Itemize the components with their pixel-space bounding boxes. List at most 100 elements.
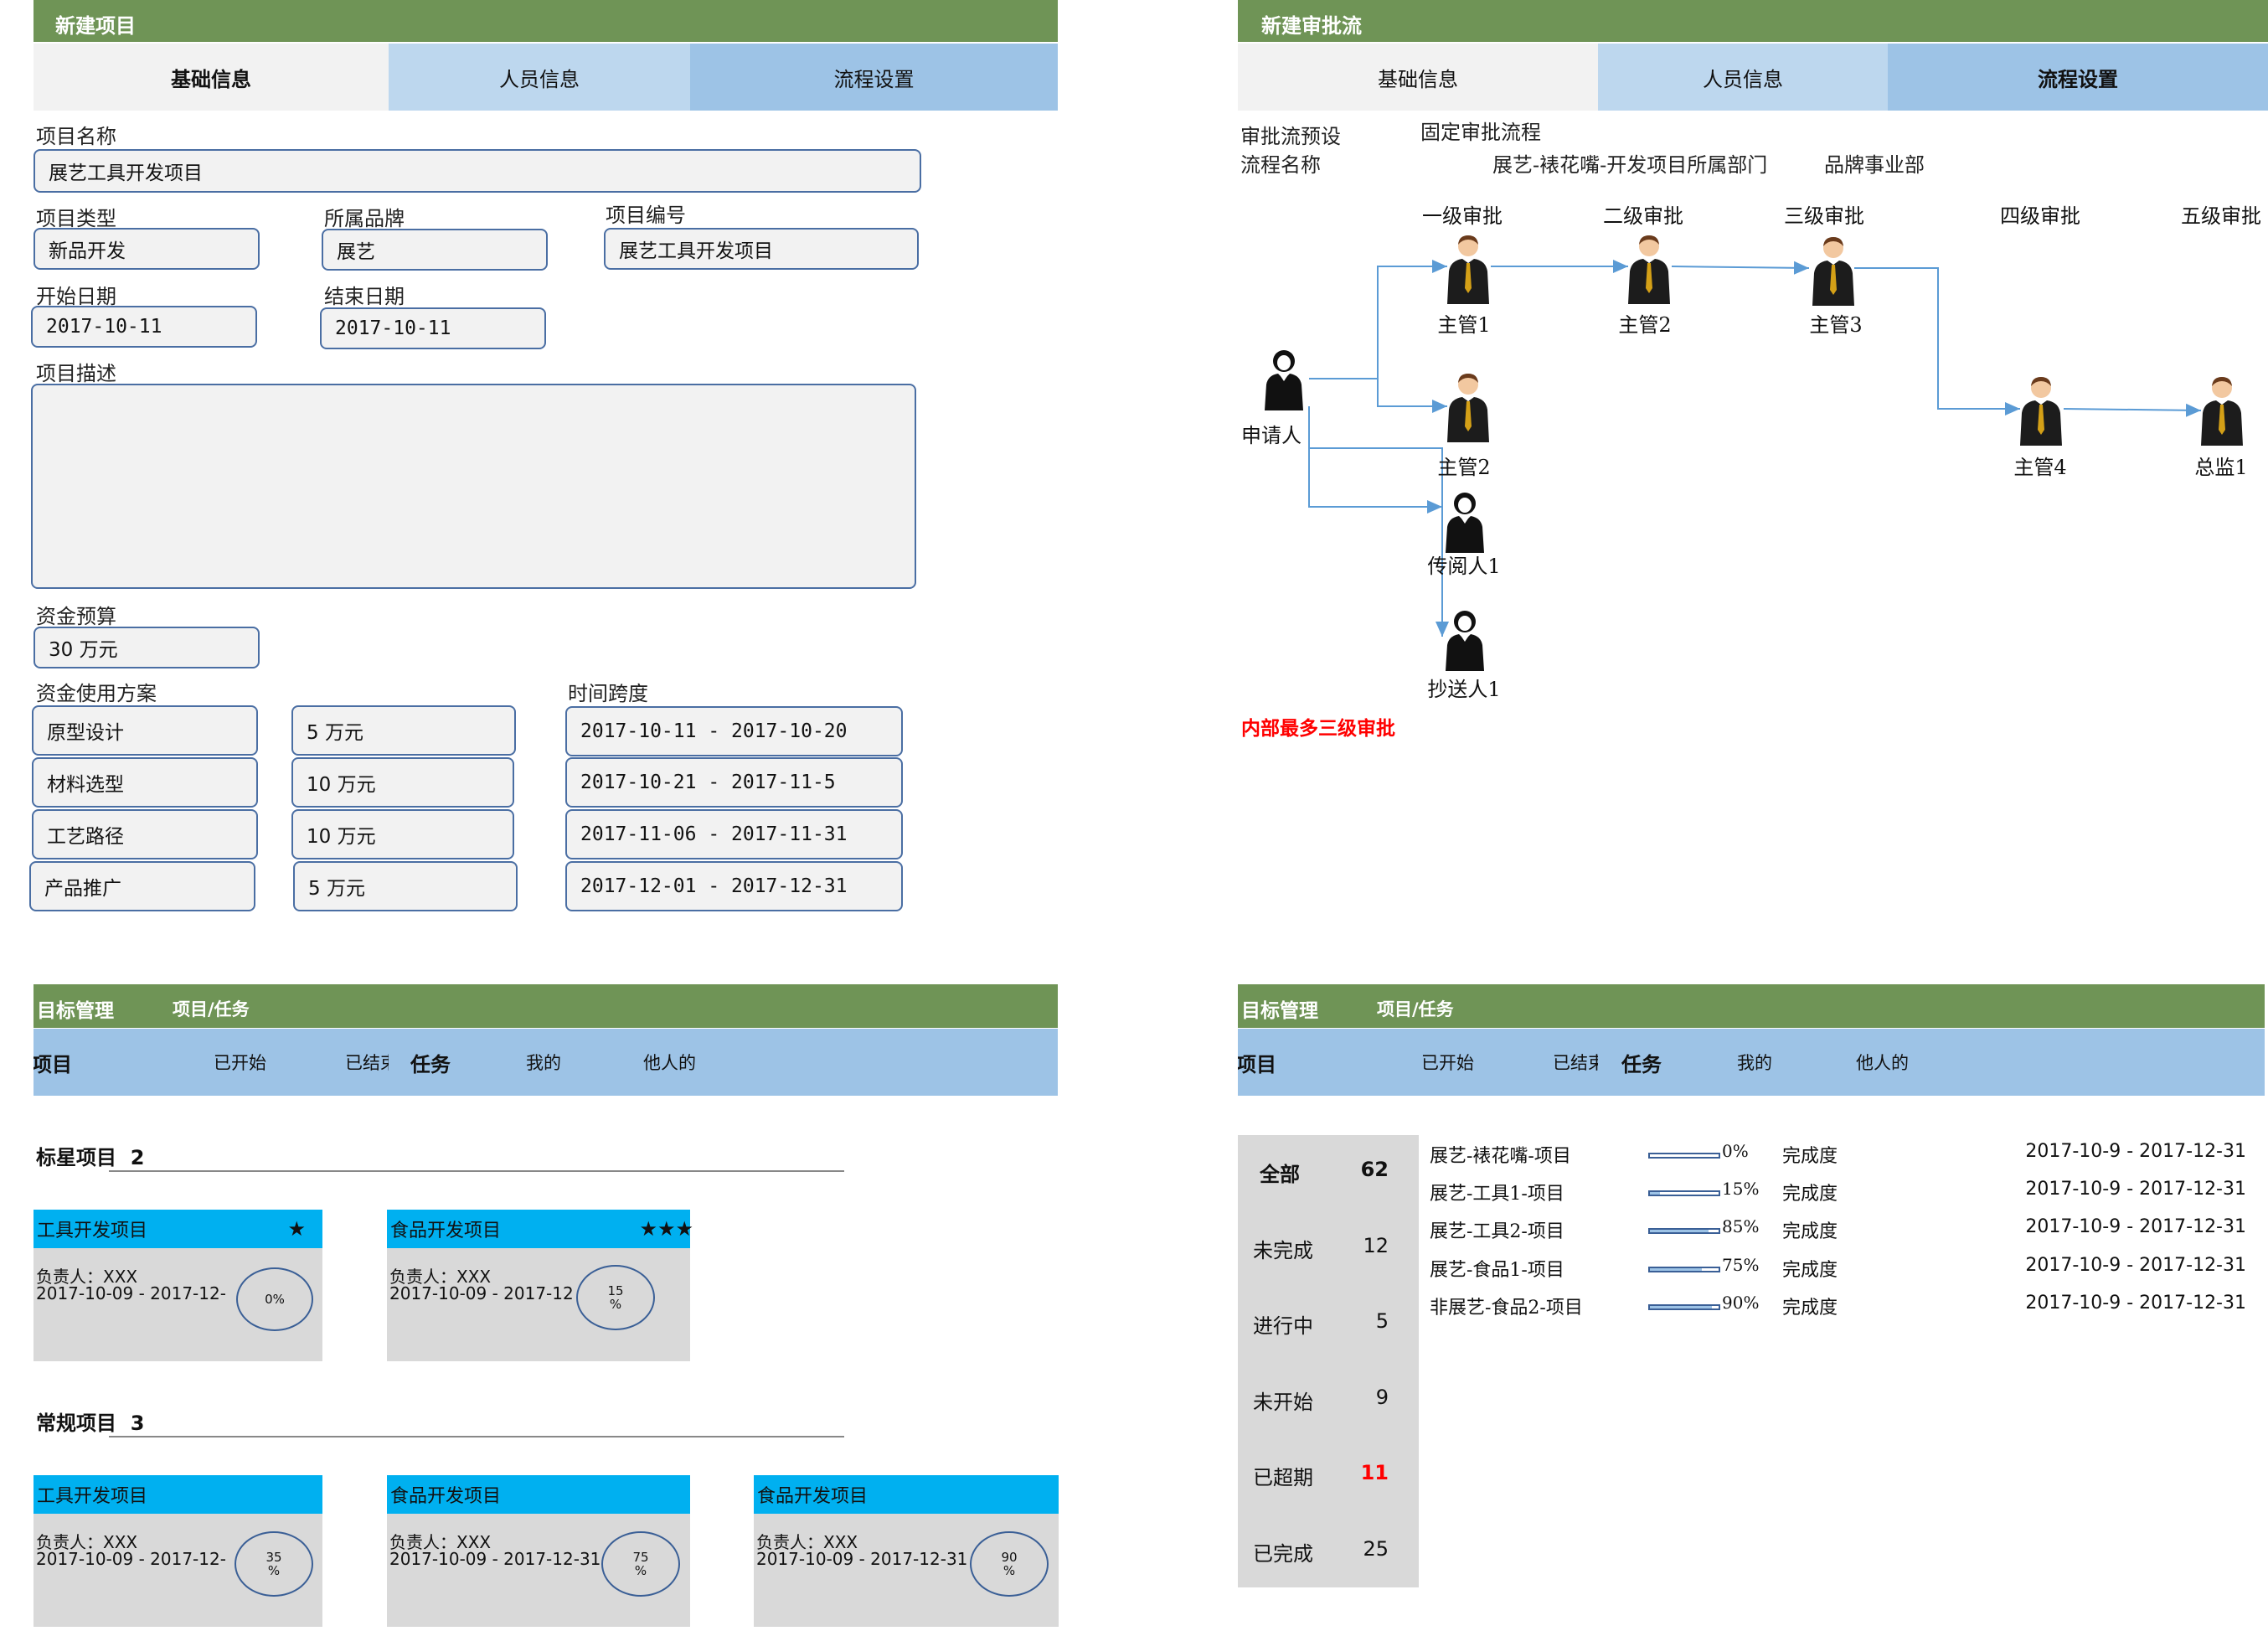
stat-row[interactable]: 进行中 5 [1238,1308,1419,1341]
starred-divider [109,1170,844,1172]
stat-value: 9 [1375,1385,1389,1409]
manager-2-label: 主管2 [1618,313,1672,337]
progress-bar [1648,1228,1720,1235]
tab-task[interactable] [389,1029,1058,1096]
stat-row[interactable]: 全部 62 [1238,1156,1419,1190]
stat-value: 25 [1363,1536,1389,1561]
project-dates: 2017-10-09 - 2017-12- [36,1549,226,1569]
tab-mine[interactable]: 我的 [526,1029,561,1096]
project-row[interactable]: 非展艺-食品2-项目 90% 完成度 2017-10-9 - 2017-12-31 [1424,1293,2253,1319]
regular-heading: 常规项目 3 [36,1412,145,1435]
tab-project[interactable] [34,1029,389,1096]
stat-value: 11 [1360,1461,1389,1484]
director-label: 总监1 [2194,456,2248,479]
star-icon[interactable]: ★★★ [639,1217,693,1241]
project-card-title: 工具开发项目 [37,1221,148,1241]
progress-fill [1650,1230,1709,1233]
project-dates: 2017-10-09 - 2017-12- [36,1283,226,1303]
project-name: 展艺-裱花嘴-项目 [1430,1146,1571,1167]
progress-percent: 75% [1722,1254,1760,1275]
tab-project-label: 项目 [1238,1052,1276,1076]
progress-fill [1650,1305,1712,1308]
project-row[interactable]: 展艺-工具1-项目 15% 完成度 2017-10-9 - 2017-12-31 [1424,1179,2253,1205]
stats-panel [1238,1135,1419,1587]
progress-percent: 0% [1722,1141,1749,1161]
completion-label: 完成度 [1782,1259,1838,1281]
project-name: 展艺-工具2-项目 [1430,1221,1564,1243]
project-date-range: 2017-10-9 - 2017-12-31 [2025,1216,2246,1238]
project-date-range: 2017-10-9 - 2017-12-31 [2025,1179,2246,1200]
progress-ring: 90 % [970,1531,1049,1597]
manager-2b-icon [1447,374,1489,442]
reader-icon [1446,493,1484,553]
stat-value: 5 [1375,1309,1389,1333]
tab-others[interactable]: 他人的 [643,1029,696,1096]
stat-row[interactable]: 未开始 9 [1238,1384,1419,1417]
progress-bar [1648,1153,1720,1159]
project-row[interactable]: 展艺-工具2-项目 85% 完成度 2017-10-9 - 2017-12-31 [1424,1216,2253,1243]
progress-fill [1650,1192,1661,1195]
completion-label: 完成度 [1782,1146,1838,1167]
manager-1-icon [1447,235,1489,304]
stat-row[interactable]: 已超期 11 [1238,1459,1419,1493]
starred-count: 2 [130,1146,145,1169]
manager-4-icon [2020,377,2062,446]
stat-label: 未开始 [1253,1390,1313,1414]
stat-label: 全部 [1260,1163,1300,1186]
goals-subtitle[interactable]: 项目/任务 [1377,996,1454,1021]
project-name: 非展艺-食品2-项目 [1430,1297,1583,1319]
tab-task-label: 任务 [1621,1052,1662,1076]
star-icon[interactable]: ★ [287,1217,306,1241]
tab-project[interactable] [1238,1029,1598,1096]
progress-bar [1648,1303,1720,1310]
progress-percent: 15% [1722,1179,1760,1200]
project-row[interactable]: 展艺-食品1-项目 75% 完成度 2017-10-9 - 2017-12-31 [1424,1255,2253,1282]
project-card-header[interactable]: 食品开发项目 ★★★ [387,1210,693,1248]
progress-fill [1650,1267,1702,1271]
tab-started[interactable]: 已开始 [1421,1029,1474,1096]
goals-header: 目标管理 项目/任务 [1238,984,2265,1028]
completion-label: 完成度 [1782,1221,1838,1243]
stat-value: 62 [1360,1158,1389,1181]
project-card-header[interactable]: 食品开发项目 [387,1475,690,1514]
tab-mine[interactable]: 我的 [1737,1029,1772,1096]
project-card-title: 工具开发项目 [37,1486,148,1507]
goals-header: 目标管理 项目/任务 [34,984,1058,1028]
stat-value: 12 [1363,1233,1389,1257]
manager-4-label: 主管4 [2013,456,2067,479]
reader-label: 传阅人1 [1427,555,1501,578]
tab-started[interactable]: 已开始 [214,1029,266,1096]
completion-label: 完成度 [1782,1297,1838,1319]
progress-ring: 0% [236,1267,313,1331]
project-card-header[interactable]: 食品开发项目 [754,1475,1059,1514]
project-row[interactable]: 展艺-裱花嘴-项目 0% 完成度 2017-10-9 - 2017-12-31 [1424,1141,2253,1168]
starred-heading: 标星项目 2 [36,1146,145,1169]
cc-icon [1446,611,1484,671]
progress-percent: 85% [1722,1216,1760,1237]
tab-task[interactable] [1598,1029,2265,1096]
tab-others[interactable]: 他人的 [1856,1029,1909,1096]
project-date-range: 2017-10-9 - 2017-12-31 [2025,1141,2246,1162]
stat-row[interactable]: 未完成 12 [1238,1232,1419,1266]
project-date-range: 2017-10-9 - 2017-12-31 [2025,1254,2246,1276]
regular-count: 3 [130,1412,145,1435]
manager-3-icon [1812,237,1854,306]
progress-bar [1648,1190,1720,1197]
manager-3-label: 主管3 [1809,313,1863,337]
manager-2-icon [1628,235,1670,304]
stat-label: 进行中 [1253,1314,1313,1338]
project-card-header[interactable]: 工具开发项目 [34,1475,322,1514]
project-dates: 2017-10-09 - 2017-12-31 [756,1549,968,1569]
project-name: 展艺-食品1-项目 [1430,1259,1564,1281]
stat-row[interactable]: 已完成 25 [1238,1536,1419,1569]
tab-task-label: 任务 [410,1052,451,1076]
progress-ring: 35 % [235,1531,313,1597]
project-name: 展艺-工具1-项目 [1430,1184,1564,1205]
project-card-title: 食品开发项目 [390,1486,502,1507]
stat-label: 已完成 [1253,1541,1313,1566]
goals-subtitle[interactable]: 项目/任务 [173,996,250,1021]
progress-bar [1648,1266,1720,1272]
flow-connectors [1308,260,2202,637]
project-card-header[interactable]: 工具开发项目 ★ [34,1210,322,1248]
stat-label: 未完成 [1253,1238,1313,1262]
